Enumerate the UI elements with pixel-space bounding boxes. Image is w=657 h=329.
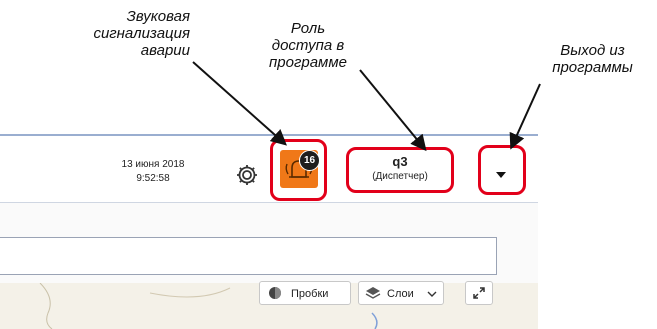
arrow-role <box>359 69 427 152</box>
arrow-alarm <box>192 61 287 146</box>
callout-arrows <box>192 61 541 152</box>
arrow-exit <box>509 83 541 150</box>
